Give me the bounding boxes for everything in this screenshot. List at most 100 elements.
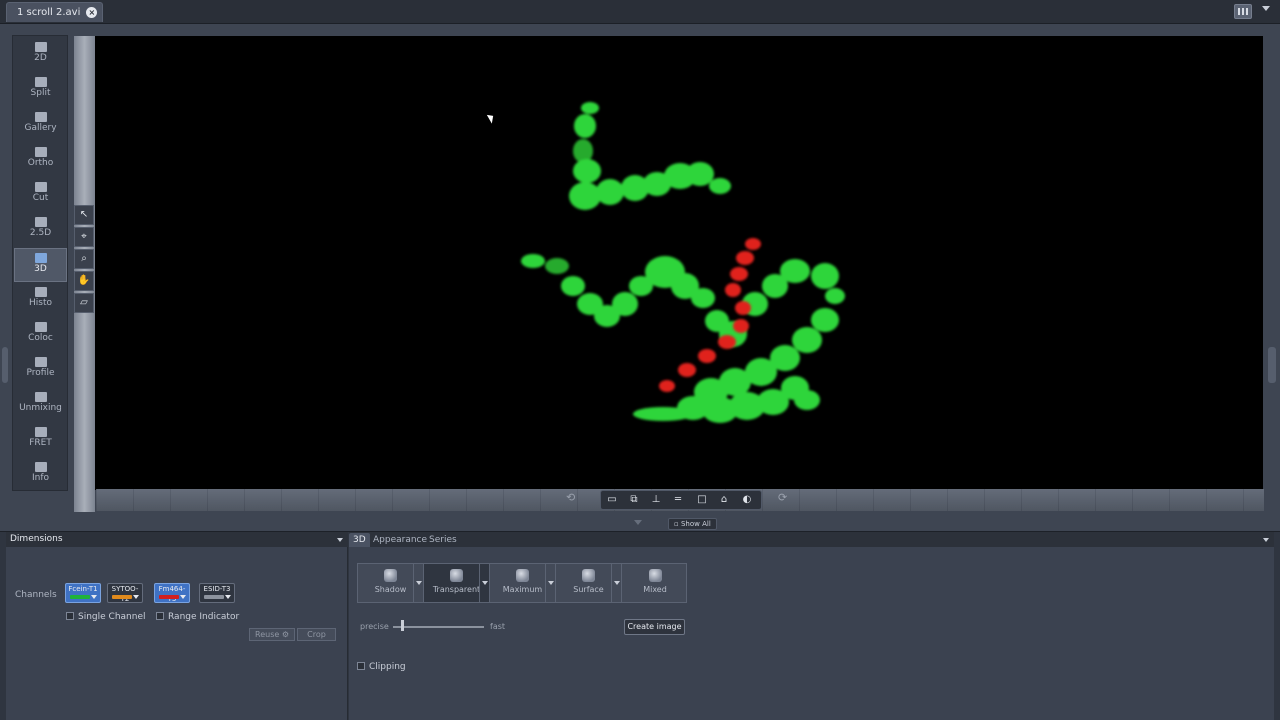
mode-label: Transparent: [432, 585, 481, 594]
close-icon[interactable]: ×: [86, 7, 98, 18]
chevron-down-icon[interactable]: [91, 595, 97, 599]
quality-slider-track[interactable]: [393, 626, 484, 628]
sidebar-item-gallery[interactable]: Gallery: [14, 108, 67, 142]
tab-3d[interactable]: 3D: [349, 533, 370, 547]
plane-icon[interactable]: ⏥: [74, 293, 94, 313]
sidebar-item-2-5d[interactable]: 2.5D: [14, 213, 67, 247]
chevron-down-icon[interactable]: [225, 595, 231, 599]
chevron-down-icon[interactable]: [611, 564, 621, 602]
2-5d-icon: [34, 217, 47, 227]
green-tubule-top: [569, 102, 731, 210]
surface-icon: [582, 569, 595, 582]
channel-button-fm464[interactable]: Fm464-T3: [154, 583, 190, 603]
collapse-arrow-icon[interactable]: [634, 520, 642, 525]
gallery-icon: [34, 112, 47, 122]
mode-label: Shadow: [374, 585, 407, 594]
tab-series[interactable]: Series: [425, 533, 461, 547]
rotate-right-icon[interactable]: ⟳: [778, 491, 787, 504]
dimensions-header[interactable]: Dimensions: [6, 532, 348, 547]
sidebar-item-2d[interactable]: 2D: [14, 38, 67, 72]
ruler-icon[interactable]: ▭: [603, 493, 621, 507]
channel-color-swatch: [204, 595, 224, 599]
maximum-mode-button[interactable]: Maximum: [490, 564, 556, 602]
channel-button-fcein[interactable]: Fcein-T1: [65, 583, 101, 603]
show-all-button[interactable]: ▫ Show All: [668, 518, 717, 530]
chevron-down-icon[interactable]: [133, 595, 139, 599]
sidebar-item-ortho[interactable]: Ortho: [14, 143, 67, 177]
surface-mode-button[interactable]: Surface: [556, 564, 622, 602]
view-mode-sidebar: 2D Split Gallery Ortho Cut 2.5D 3D Histo…: [12, 35, 68, 491]
right-panel-handle[interactable]: [1268, 347, 1276, 383]
gamma-icon[interactable]: ◐: [738, 493, 756, 507]
sidebar-item-label: 2.5D: [29, 228, 52, 238]
sidebar-item-3d[interactable]: 3D: [14, 248, 67, 282]
chevron-down-icon[interactable]: [180, 595, 186, 599]
document-tab-label: 1 scroll 2.avi: [17, 7, 81, 18]
chevron-down-icon[interactable]: [1262, 6, 1270, 11]
chevron-down-icon[interactable]: [337, 538, 343, 542]
scale-bar-icon[interactable]: ═: [669, 493, 687, 507]
sidebar-item-label: Histo: [29, 298, 52, 308]
box-icon[interactable]: □: [693, 493, 711, 507]
grid-icon[interactable]: [1234, 4, 1252, 19]
channel-button-esid[interactable]: ESID-T3: [199, 583, 235, 603]
render-panel-tabs: 3D Appearance Series: [349, 532, 1274, 547]
checkbox-box[interactable]: [357, 662, 365, 670]
sidebar-item-cut[interactable]: Cut: [14, 178, 67, 212]
sidebar-item-histo[interactable]: Histo: [14, 283, 67, 317]
crosshair-icon[interactable]: ⌖: [74, 227, 94, 247]
pointer-icon[interactable]: ↖: [74, 205, 94, 225]
3d-image-viewer[interactable]: [95, 36, 1263, 490]
sidebar-item-fret[interactable]: FRET: [14, 423, 67, 457]
home-icon[interactable]: ⌂: [715, 493, 733, 507]
3d-render-panel: 3D Appearance Series Shadow Transparent: [349, 532, 1274, 720]
image-workspace: 2D Split Gallery Ortho Cut 2.5D 3D Histo…: [0, 25, 1280, 531]
mixed-icon: [648, 569, 662, 582]
left-panel-handle[interactable]: [2, 347, 8, 383]
channel-label: Fcein-T1: [68, 585, 98, 593]
channel-button-sytoo[interactable]: SYTOO-T2: [107, 583, 143, 603]
reuse-button[interactable]: Reuse ⚙: [249, 628, 295, 641]
checkbox-box[interactable]: [66, 612, 74, 620]
reuse-icon: ⚙: [281, 630, 289, 639]
single-channel-label: Single Channel: [78, 612, 146, 622]
transparent-mode-button[interactable]: Transparent: [424, 564, 490, 602]
axes-icon[interactable]: ⊥: [647, 493, 665, 507]
sidebar-item-info[interactable]: Info: [14, 458, 67, 492]
sidebar-item-split[interactable]: Split: [14, 73, 67, 107]
zoom-icon[interactable]: ⌕: [74, 249, 94, 269]
control-panels: Dimensions Channels Fcein-T1 SYTOO-T2 Fm…: [0, 531, 1280, 720]
sidebar-item-profile[interactable]: Profile: [14, 353, 67, 387]
single-channel-checkbox[interactable]: Single Channel: [66, 612, 145, 622]
frame-icon[interactable]: ⧉: [625, 493, 643, 507]
sidebar-item-coloc[interactable]: Coloc: [14, 318, 67, 352]
quality-slider-thumb[interactable]: [401, 620, 405, 631]
viewer-tools: ↖ ⌖ ⌕ ✋ ⏥: [74, 205, 94, 315]
sidebar-item-unmixing[interactable]: Unmixing: [14, 388, 67, 422]
shadow-mode-button[interactable]: Shadow: [358, 564, 424, 602]
sidebar-item-label: Gallery: [24, 123, 57, 133]
mixed-mode-button[interactable]: Mixed: [622, 564, 688, 602]
create-image-button[interactable]: Create image: [624, 619, 685, 635]
document-tab-bar: 1 scroll 2.avi ×: [0, 0, 1280, 24]
document-tab[interactable]: 1 scroll 2.avi ×: [6, 2, 104, 22]
chevron-down-icon[interactable]: [1263, 538, 1269, 542]
clipping-label: Clipping: [369, 662, 406, 672]
clipping-checkbox[interactable]: Clipping: [357, 662, 406, 672]
range-indicator-label: Range Indicator: [168, 612, 240, 622]
show-all-label: Show All: [680, 520, 711, 528]
crop-button[interactable]: Crop: [297, 628, 336, 641]
chevron-down-icon[interactable]: [479, 564, 489, 602]
fast-label: fast: [490, 622, 506, 631]
range-indicator-checkbox[interactable]: Range Indicator: [156, 612, 239, 622]
checkbox-box[interactable]: [156, 612, 164, 620]
pan-hand-icon[interactable]: ✋: [74, 271, 94, 291]
chevron-down-icon[interactable]: [413, 564, 423, 602]
tab-appearance[interactable]: Appearance: [369, 533, 431, 547]
rotate-left-icon[interactable]: ⟲: [566, 491, 575, 504]
chevron-down-icon[interactable]: [545, 564, 555, 602]
unmixing-icon: [34, 392, 47, 402]
channel-color-swatch: [112, 595, 132, 599]
render-mode-selector: Shadow Transparent Maximum Surface Mixed: [357, 563, 687, 603]
transparent-icon: [450, 569, 463, 582]
